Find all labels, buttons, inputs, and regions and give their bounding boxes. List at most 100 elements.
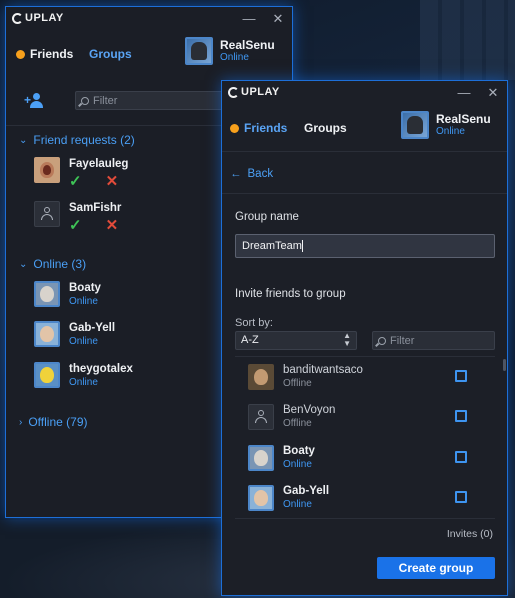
list-item[interactable]: banditwantsaco Offline — [248, 363, 363, 391]
list-item[interactable]: Gab-Yell Online — [248, 484, 329, 512]
avatar-face-icon — [40, 286, 54, 302]
group-name-input[interactable]: DreamTeam — [235, 234, 495, 258]
friend-status: Online — [69, 296, 98, 307]
avatar — [34, 281, 60, 307]
create-group-window: UPLAY — ✕ Friends Groups RealSenu Online… — [221, 80, 508, 596]
avatar — [185, 37, 213, 65]
avatar-face-icon — [254, 450, 268, 466]
divider — [222, 151, 507, 152]
friend-request-item: Fayelauleg ✓ ✕ — [34, 157, 128, 189]
knight-icon — [191, 42, 207, 60]
friend-status: Online — [69, 336, 98, 347]
friend-name: Boaty — [283, 445, 315, 457]
tab-groups[interactable]: Groups — [89, 47, 132, 61]
friend-name: Gab-Yell — [283, 485, 330, 497]
friend-name: Boaty — [69, 282, 101, 294]
list-item[interactable]: BenVoyon Offline — [248, 403, 335, 431]
section-label: Friend requests (2) — [33, 133, 135, 147]
accept-button[interactable]: ✓ — [69, 174, 82, 189]
friend-status: Online — [69, 377, 98, 388]
friend-name: Gab-Yell — [69, 322, 116, 334]
titlebar: UPLAY — ✕ — [222, 81, 507, 105]
avatar — [34, 157, 60, 183]
avatar — [34, 201, 60, 227]
uplay-swirl-icon — [12, 12, 23, 24]
divider — [222, 193, 507, 194]
back-button[interactable]: ← Back — [230, 168, 273, 180]
add-friend-button[interactable]: + — [24, 93, 46, 109]
brand-label: UPLAY — [241, 86, 280, 98]
tab-friends-label: Friends — [244, 121, 288, 135]
avatar-cartoon-icon — [40, 367, 54, 383]
invite-checkbox[interactable] — [455, 370, 467, 382]
avatar-face-icon — [254, 490, 268, 506]
avatar — [248, 364, 274, 390]
sort-label: Sort by: — [235, 317, 273, 329]
offline-section-header[interactable]: › Offline (79) — [19, 415, 87, 429]
create-group-button[interactable]: Create group — [377, 557, 495, 579]
minimize-button[interactable]: — — [242, 11, 256, 26]
decline-button[interactable]: ✕ — [106, 174, 119, 189]
friend-name: BenVoyon — [283, 404, 336, 416]
background-buildings — [420, 0, 515, 80]
chevron-down-icon: ⌄ — [19, 258, 28, 270]
scrollbar[interactable] — [503, 359, 506, 371]
search-icon — [81, 96, 89, 105]
minimize-button[interactable]: — — [457, 85, 471, 100]
tab-groups[interactable]: Groups — [304, 121, 347, 135]
friend-name: theygotalex — [69, 363, 133, 375]
arrow-left-icon: ← — [230, 168, 242, 180]
knight-icon — [407, 116, 423, 134]
divider — [235, 356, 495, 357]
filter-placeholder: Filter — [390, 334, 415, 347]
sort-select[interactable]: A-Z ▲ ▼ — [235, 331, 357, 350]
avatar — [34, 321, 60, 347]
user-profile[interactable]: RealSenu Online — [185, 37, 275, 65]
friend-status: Online — [283, 459, 312, 470]
user-profile[interactable]: RealSenu Online — [401, 111, 491, 139]
user-name: RealSenu — [220, 38, 275, 52]
friend-requests-header[interactable]: ⌄ Friend requests (2) — [19, 133, 135, 147]
status-dot-icon — [230, 123, 239, 133]
friend-name: SamFishr — [69, 202, 122, 214]
decline-button[interactable]: ✕ — [106, 218, 119, 233]
accept-button[interactable]: ✓ — [69, 218, 82, 233]
user-placeholder-icon — [254, 410, 268, 424]
user-placeholder-icon — [40, 207, 54, 221]
friend-status: Offline — [283, 378, 312, 389]
invite-checkbox[interactable] — [455, 410, 467, 422]
close-button[interactable]: ✕ — [486, 85, 500, 101]
invite-filter-input[interactable]: Filter — [372, 331, 495, 350]
avatar-face-icon — [40, 326, 54, 342]
friend-item[interactable]: Boaty Online — [34, 281, 101, 309]
uplay-logo: UPLAY — [12, 12, 64, 24]
chevron-down-icon: ⌄ — [19, 134, 28, 146]
back-label: Back — [247, 168, 274, 180]
tab-friends[interactable]: Friends — [230, 121, 287, 135]
invite-checkbox[interactable] — [455, 451, 467, 463]
titlebar: UPLAY — ✕ — [6, 7, 292, 31]
list-item[interactable]: Boaty Online — [248, 444, 315, 472]
tab-friends[interactable]: Friends — [16, 47, 73, 61]
close-button[interactable]: ✕ — [271, 11, 285, 27]
text-caret — [301, 240, 303, 253]
status-dot-icon — [16, 49, 25, 59]
online-section-header[interactable]: ⌄ Online (3) — [19, 257, 86, 271]
friend-item[interactable]: Gab-Yell Online — [34, 321, 115, 349]
friend-item[interactable]: theygotalex Online — [34, 362, 133, 390]
invites-count: Invites (0) — [446, 528, 493, 540]
uplay-logo: UPLAY — [228, 86, 280, 98]
avatar-face-icon — [254, 369, 268, 385]
search-icon — [378, 336, 386, 345]
user-status: Online — [220, 52, 249, 63]
friend-name: Fayelauleg — [69, 158, 129, 170]
avatar-woman-icon — [40, 162, 54, 178]
avatar — [248, 404, 274, 430]
friends-filter-input[interactable]: Filter — [75, 91, 225, 110]
friend-request-item: SamFishr ✓ ✕ — [34, 201, 121, 233]
invite-checkbox[interactable] — [455, 491, 467, 503]
friend-status: Offline — [283, 418, 312, 429]
add-user-icon — [33, 93, 40, 100]
friend-name: banditwantsaco — [283, 364, 363, 376]
group-name-label: Group name — [235, 211, 299, 223]
